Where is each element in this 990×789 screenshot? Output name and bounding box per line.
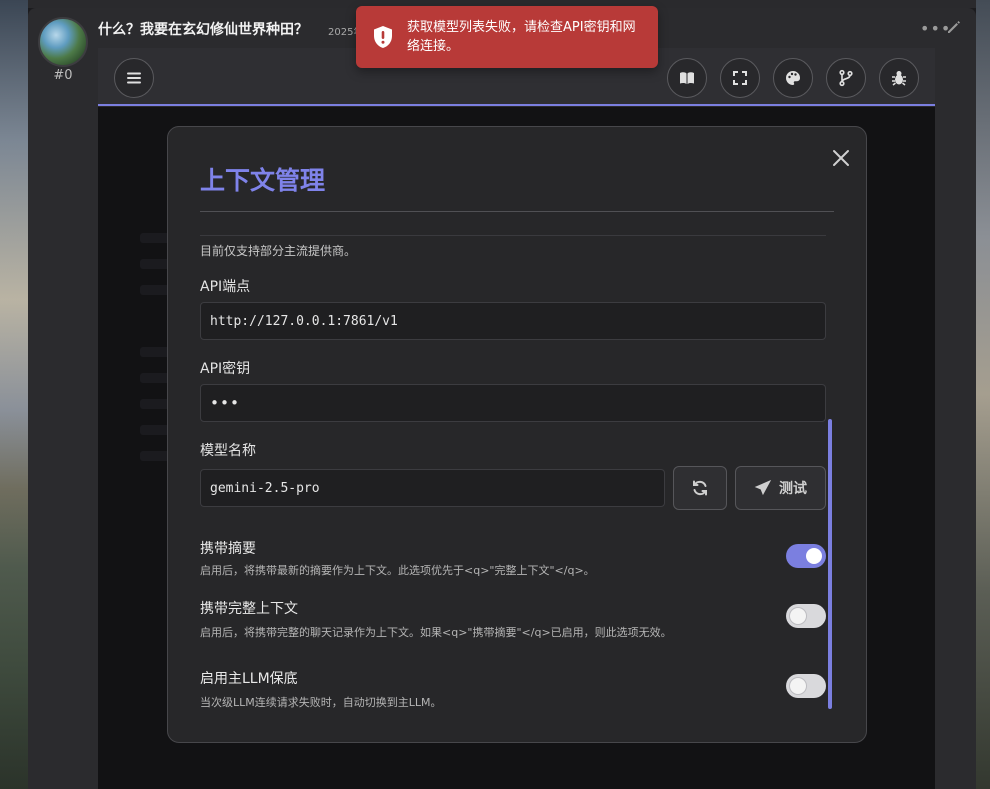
shield-exclamation-icon [372,25,394,49]
modal-divider [200,211,834,212]
test-connection-button[interactable]: 测试 [735,466,826,510]
carry-full-context-toggle[interactable] [786,604,826,628]
message-index: #0 [53,68,73,83]
close-icon [833,150,849,166]
error-toast[interactable]: 获取模型列表失败，请检查API密钥和网络连接。 [356,6,658,68]
branch-icon [839,69,853,87]
book-open-icon [680,72,694,84]
book-button[interactable] [667,58,707,98]
api-endpoint-input[interactable]: http://127.0.0.1:7861/v1 [200,302,826,340]
menu-button[interactable] [114,58,154,98]
test-button-label: 测试 [779,481,807,497]
provider-note: 目前仅支持部分主流提供商。 [200,244,357,258]
option-title: 携带完整上下文 [200,601,298,617]
option-title: 携带摘要 [200,541,256,557]
main-llm-fallback-toggle[interactable] [786,674,826,698]
api-key-input[interactable]: ••• [200,384,826,422]
modal-scrollbar[interactable] [828,419,832,709]
option-description: 当次级LLM连续请求失败时，自动切换到主LLM。 [200,696,442,709]
fullscreen-button[interactable] [720,58,760,98]
carry-summary-toggle[interactable] [786,544,826,568]
edit-pencil-icon[interactable] [944,17,964,37]
model-name-input[interactable]: gemini-2.5-pro [200,469,665,507]
toast-message: 获取模型列表失败，请检查API密钥和网络连接。 [407,20,636,54]
branch-button[interactable] [826,58,866,98]
hamburger-icon [127,72,141,84]
background-landscape-left [0,0,28,789]
paper-plane-icon [754,479,772,496]
palette-icon [786,71,801,85]
context-management-modal: 上下文管理 目前仅支持部分主流提供商。 API端点 http://127.0.0… [167,126,867,743]
modal-title: 上下文管理 [200,166,326,195]
model-name-label: 模型名称 [200,443,256,459]
refresh-icon [693,480,707,496]
expand-icon [733,71,747,85]
toggle-knob [790,678,806,694]
theme-button[interactable] [773,58,813,98]
bug-icon [892,71,906,86]
option-title: 启用主LLM保底 [200,671,298,687]
toggle-knob [790,608,806,624]
avatar[interactable] [38,17,88,67]
option-description: 启用后，将携带完整的聊天记录作为上下文。如果<q>"携带摘要"</q>已启用，则… [200,626,672,639]
modal-scroll-area[interactable]: 目前仅支持部分主流提供商。 API端点 http://127.0.0.1:786… [200,235,826,711]
api-key-label: API密钥 [200,361,251,377]
option-description: 启用后，将携带最新的摘要作为上下文。此选项优先于<q>"完整上下文"</q>。 [200,564,595,577]
close-button[interactable] [830,147,852,169]
api-endpoint-label: API端点 [200,279,251,295]
debug-button[interactable] [879,58,919,98]
toggle-knob [806,548,822,564]
message-title: 什么？我要在玄幻修仙世界种田？ [98,22,308,38]
background-landscape-right [976,0,990,789]
refresh-models-button[interactable] [673,466,727,510]
